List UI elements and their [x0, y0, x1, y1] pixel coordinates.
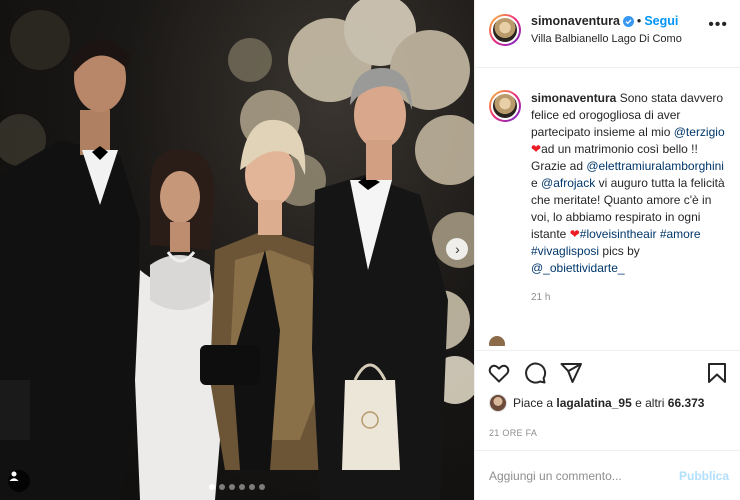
- heart-icon[interactable]: [487, 361, 511, 385]
- carousel-dot: [249, 484, 255, 490]
- follow-button[interactable]: Segui: [644, 14, 678, 28]
- likes-summary: Piace a lagalatina_95 e altri 66.373: [489, 394, 704, 412]
- publish-button[interactable]: Pubblica: [679, 469, 729, 483]
- user-tag-icon: [9, 471, 19, 481]
- carousel-dot: [219, 484, 225, 490]
- post-header: simonaventura • Segui Villa Balbianello …: [475, 0, 740, 68]
- heart-emoji-icon: ❤: [531, 142, 542, 156]
- separator-dot: •: [636, 14, 642, 28]
- share-icon[interactable]: [559, 361, 583, 385]
- heart-emoji-icon: ❤: [569, 227, 580, 241]
- comment-icon[interactable]: [523, 361, 547, 385]
- caption: simonaventura Sono stata davvero felice …: [475, 68, 740, 306]
- carousel-dot: [229, 484, 235, 490]
- likes-count[interactable]: 66.373: [668, 396, 705, 410]
- avatar[interactable]: [489, 14, 521, 46]
- caption-username[interactable]: simonaventura: [531, 91, 616, 105]
- caption-avatar[interactable]: [489, 90, 521, 122]
- more-icon[interactable]: •••: [708, 16, 728, 34]
- likes-prefix: Piace a: [513, 396, 554, 410]
- mention-elettra[interactable]: @elettramiuralamborghini: [586, 159, 724, 173]
- post-photo[interactable]: ›: [0, 0, 474, 500]
- carousel-dot: [209, 484, 215, 490]
- comment-input[interactable]: [489, 468, 679, 483]
- mention-afrojack[interactable]: @afrojack: [541, 176, 595, 190]
- mention-terzigio[interactable]: @terzigio: [674, 125, 725, 139]
- carousel-dots: [0, 484, 474, 490]
- carousel-dot: [239, 484, 245, 490]
- hashtag-loveisintheair[interactable]: #loveisintheair: [580, 227, 657, 241]
- action-bar: [475, 350, 740, 385]
- hashtag-vivaglisposi[interactable]: #vivaglisposi: [531, 244, 599, 258]
- verified-icon: [622, 15, 634, 27]
- carousel-dot: [259, 484, 265, 490]
- location-link[interactable]: Villa Balbianello Lago Di Como: [531, 33, 708, 45]
- liker-avatar[interactable]: [489, 394, 507, 412]
- caption-time: 21 h: [531, 292, 551, 303]
- posted-time: 21 ORE FA: [489, 428, 538, 438]
- comment-form: Pubblica: [475, 450, 740, 500]
- photo-illustration: [0, 0, 474, 500]
- bookmark-icon[interactable]: [705, 361, 729, 385]
- liker-username[interactable]: lagalatina_95: [556, 396, 631, 410]
- hashtag-amore[interactable]: #amore: [660, 227, 701, 241]
- next-photo-button[interactable]: ›: [446, 238, 468, 260]
- post-side-panel: simonaventura • Segui Villa Balbianello …: [474, 0, 740, 500]
- caption-text-3: e: [531, 176, 538, 190]
- likes-middle: e altri: [635, 396, 665, 410]
- caption-text-5: pics by: [602, 244, 640, 258]
- mention-obiettividarte[interactable]: @_obiettividarte_: [531, 261, 625, 275]
- username-link[interactable]: simonaventura: [531, 14, 620, 28]
- partial-comment-row: [489, 336, 729, 346]
- next-arrow-icon: ›: [455, 241, 460, 257]
